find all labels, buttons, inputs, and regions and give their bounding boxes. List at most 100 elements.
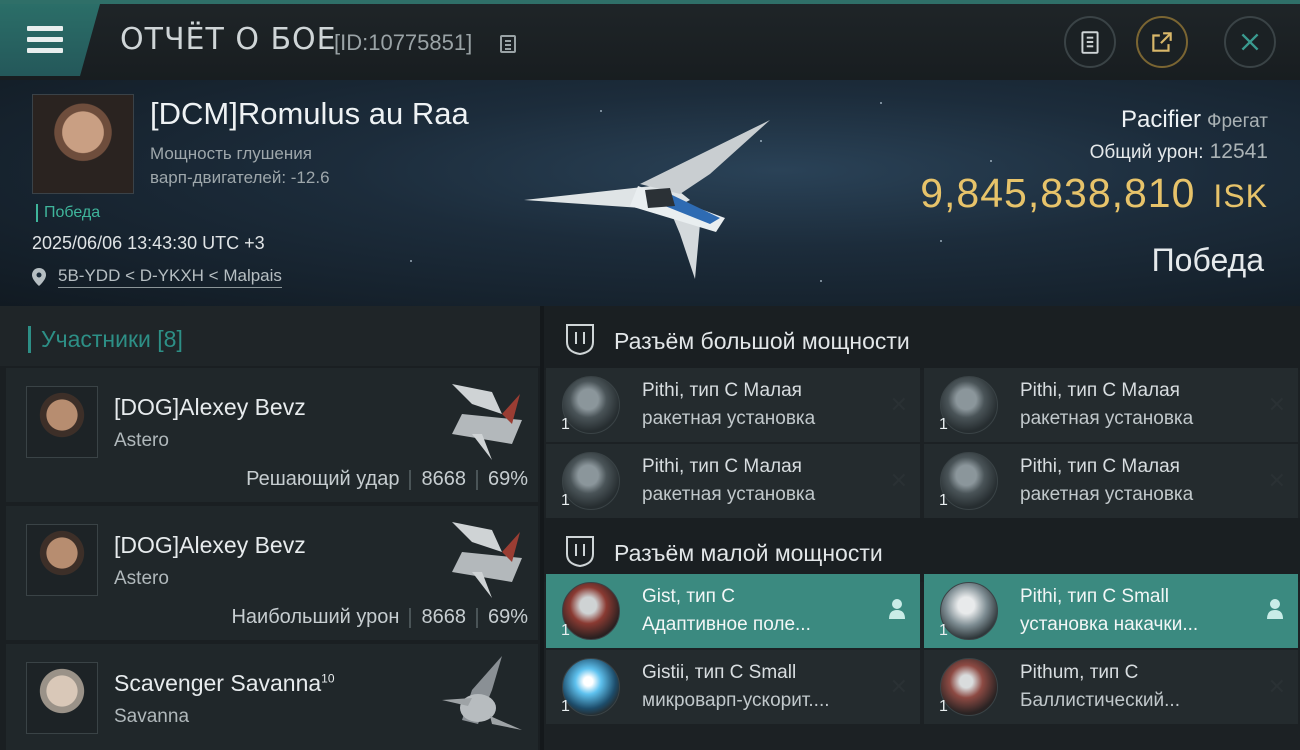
module-slot[interactable]: 1 Pithi, тип C Малая ракетная установка …	[924, 368, 1298, 442]
ship-class: Фрегат	[1207, 111, 1268, 132]
copy-icon[interactable]	[500, 35, 516, 53]
module-name: Gistii, тип C Small	[642, 662, 797, 683]
location-link[interactable]: 5B-YDD < D-YKXH < Malpais	[58, 266, 282, 288]
top-bar: ОТЧЁТ О БОЕ [ID:10775851]	[0, 0, 1300, 80]
dropped-person-icon	[1267, 599, 1283, 619]
launcher-icon	[940, 452, 998, 510]
location-pin-icon	[32, 268, 46, 286]
high-slots-header: Разъём большой мощности	[544, 306, 1300, 370]
module-quantity: 1	[561, 416, 570, 433]
module-name: Pithi, тип C Малая	[1020, 380, 1180, 401]
destroyed-icon: ✕	[1267, 674, 1286, 699]
result-tag: Победа	[36, 204, 100, 222]
menu-button[interactable]	[0, 4, 100, 76]
participant-name-text: Scavenger Savanna	[114, 670, 322, 696]
module-quantity: 1	[561, 698, 570, 715]
launcher-icon	[562, 452, 620, 510]
victim-stat: Мощность глушения варп-двигателей: -12.6	[150, 142, 330, 190]
participant-name: [DOG]Alexey Bevz	[114, 394, 306, 420]
participant-ship-image	[452, 522, 522, 598]
module-slot[interactable]: 1 Gistii, тип C Small микроварп-ускорит.…	[546, 650, 920, 724]
victim-portrait[interactable]	[32, 94, 134, 194]
participants-panel: Участники [8] [DOG]Alexey Bevz Astero Ре…	[0, 306, 540, 750]
module-quantity: 1	[939, 492, 948, 509]
battle-verdict: Победа	[1151, 242, 1264, 278]
clipboard-button[interactable]	[1064, 16, 1116, 68]
participant-name: Scavenger Savanna10	[114, 670, 335, 697]
module-type: Адаптивное поле...	[642, 614, 811, 635]
module-slot[interactable]: 1 Pithi, тип C Малая ракетная установка …	[924, 444, 1298, 518]
participants-label: Участники [8]	[28, 326, 183, 353]
participant-row[interactable]: [DOG]Alexey Bevz Astero Решающий удар 86…	[6, 368, 538, 502]
battle-location[interactable]: 5B-YDD < D-YKXH < Malpais	[32, 266, 282, 288]
share-icon	[1152, 32, 1172, 52]
victim-summary: [DCM]Romulus au Raa Мощность глушения ва…	[0, 80, 1300, 306]
module-name: Pithum, тип C	[1020, 662, 1139, 683]
module-type: микроварп-ускорит....	[642, 690, 830, 711]
participant-ship: Astero	[114, 430, 169, 451]
close-button[interactable]	[1224, 16, 1276, 68]
destroyed-icon: ✕	[889, 392, 908, 417]
total-damage-value: 12541	[1209, 140, 1268, 163]
low-slots-header: Разъём малой мощности	[544, 518, 1300, 582]
launcher-icon	[562, 376, 620, 434]
module-type: установка накачки...	[1020, 614, 1199, 635]
participants-header: Участники [8]	[0, 306, 540, 366]
victim-ship-name[interactable]: Pacifier Фрегат	[1121, 106, 1268, 134]
microwarp-icon	[562, 658, 620, 716]
dropped-person-icon	[889, 599, 905, 619]
battle-id: [ID:10775851]	[334, 30, 473, 55]
participant-name: [DOG]Alexey Bevz	[114, 532, 306, 558]
page-title: ОТЧЁТ О БОЕ	[120, 22, 337, 57]
close-icon	[1241, 33, 1259, 51]
module-name: Gist, тип C	[642, 586, 735, 607]
participant-percent: 69%	[487, 606, 528, 628]
module-slot[interactable]: 1 Pithi, тип C Малая ракетная установка …	[546, 368, 920, 442]
module-name: Pithi, тип C Small	[1020, 586, 1169, 607]
module-type: ракетная установка	[642, 484, 816, 505]
fittings-panel: Разъём большой мощности 1 Pithi, тип C М…	[544, 306, 1300, 750]
participant-role: Наибольший урон	[231, 606, 400, 628]
share-button[interactable]	[1136, 16, 1188, 68]
participant-ship: Savanna	[114, 706, 190, 727]
participant-level: 10	[321, 671, 335, 686]
participant-ship-image	[452, 384, 522, 460]
shield-module-icon	[562, 582, 620, 640]
clipboard-icon	[1081, 31, 1099, 54]
participant-damage: 8668	[421, 468, 466, 490]
participant-row[interactable]: Scavenger Savanna10 Savanna	[6, 644, 538, 750]
module-type: ракетная установка	[642, 408, 816, 429]
module-type: ракетная установка	[1020, 484, 1194, 505]
module-slot[interactable]: 1 Pithi, тип C Small установка накачки..…	[924, 574, 1298, 648]
stat-line-2: варп-двигателей: -12.6	[150, 168, 330, 187]
destroyed-icon: ✕	[1267, 392, 1286, 417]
battle-datetime: 2025/06/06 13:43:30 UTC +3	[32, 233, 265, 253]
participant-damage: 8668	[421, 606, 466, 628]
total-damage-label: Общий урон:	[1089, 142, 1204, 163]
module-name: Pithi, тип C Малая	[642, 456, 802, 477]
participant-stats: Решающий удар 8668 69%	[246, 468, 528, 491]
participant-stats: Наибольший урон 8668 69%	[231, 606, 528, 629]
victim-name[interactable]: [DCM]Romulus au Raa	[150, 96, 469, 132]
total-damage: Общий урон: 12541	[1090, 140, 1268, 164]
participant-ship: Astero	[114, 568, 169, 589]
module-slot[interactable]: 1 Pithi, тип C Малая ракетная установка …	[546, 444, 920, 518]
module-quantity: 1	[561, 492, 570, 509]
module-slot[interactable]: 1 Gist, тип C Адаптивное поле...	[546, 574, 920, 648]
stat-line-1: Мощность глушения	[150, 144, 312, 163]
participant-ship-image	[442, 656, 522, 730]
module-slot[interactable]: 1 Pithum, тип C Баллистический... ✕	[924, 650, 1298, 724]
ballistic-icon	[940, 658, 998, 716]
participant-percent: 69%	[487, 468, 528, 490]
participant-row[interactable]: [DOG]Alexey Bevz Astero Наибольший урон …	[6, 506, 538, 640]
participant-role: Решающий удар	[246, 468, 400, 490]
top-accent-line	[0, 0, 1300, 4]
isk-amount: 9,845,838,810	[920, 170, 1196, 216]
module-quantity: 1	[939, 416, 948, 433]
avatar	[26, 524, 98, 596]
avatar	[26, 662, 98, 734]
isk-value: 9,845,838,810 ISK	[920, 170, 1268, 217]
destroyed-icon: ✕	[1267, 468, 1286, 493]
destroyed-icon: ✕	[889, 674, 908, 699]
destroyed-icon: ✕	[889, 468, 908, 493]
